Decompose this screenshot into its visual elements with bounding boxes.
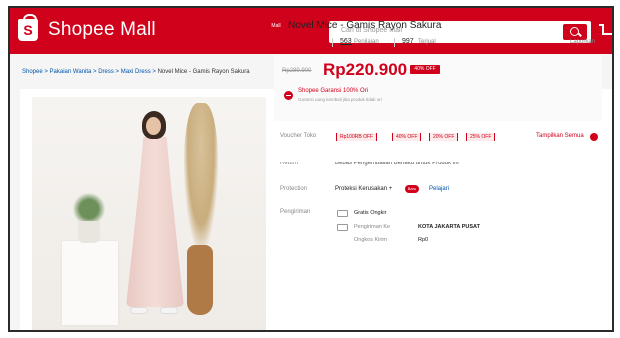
ship-to-label: Pengiriman Ke xyxy=(354,224,391,230)
product-image[interactable] xyxy=(32,97,266,330)
stool-decor xyxy=(62,241,118,325)
model-dress xyxy=(126,137,184,307)
model-shoe xyxy=(130,307,148,314)
reviews-label: Penilaian xyxy=(354,39,379,45)
guarantee-icon xyxy=(284,91,293,100)
voucher-label: Voucher Toko xyxy=(280,133,317,139)
breadcrumb: Shopee > Pakaian Wanita > Dress > Maxi D… xyxy=(22,69,250,75)
new-badge: Baru xyxy=(405,185,419,193)
brand-name[interactable]: Shopee Mall xyxy=(48,19,156,41)
breadcrumb-separator: > xyxy=(42,69,50,75)
shipping-label: Pengiriman xyxy=(280,209,311,215)
voucher-chip[interactable]: 40% OFF xyxy=(392,133,422,141)
show-all-vouchers-link[interactable]: Tampilkan Semua xyxy=(536,133,584,139)
original-price: Rp289.900 xyxy=(282,68,312,74)
protection-value[interactable]: Proteksi Kerusakan + xyxy=(335,186,392,192)
chevron-down-icon[interactable] xyxy=(590,133,598,141)
free-shipping-text: Gratis Ongkir xyxy=(354,210,387,216)
reviews-count[interactable]: 563 xyxy=(340,38,352,45)
report-link[interactable]: Laporkan xyxy=(570,39,595,45)
mall-badge: Mall xyxy=(268,22,284,31)
truck-icon xyxy=(337,224,348,231)
model-shoe xyxy=(160,307,178,314)
divider xyxy=(394,38,395,47)
voucher-chip[interactable]: 20% OFF xyxy=(429,133,459,141)
learn-more-link[interactable]: Pelajari xyxy=(429,186,449,192)
pampas-decor xyxy=(184,103,218,247)
protection-label: Protection xyxy=(280,186,308,192)
current-price: Rp220.900 xyxy=(323,60,408,79)
breadcrumb-separator: > xyxy=(113,69,121,75)
guarantee-subtitle: Garansi uang kembali jika produk tidak o… xyxy=(298,97,382,102)
breadcrumb-item[interactable]: Dress xyxy=(98,69,114,75)
discount-badge: 40% OFF xyxy=(410,65,440,74)
voucher-chip[interactable]: Rp100RB OFF xyxy=(336,133,378,141)
star-rating-icon: ★★★★★ xyxy=(279,37,313,46)
shipping-cost-value[interactable]: Rp0 xyxy=(418,237,428,243)
rating-value[interactable]: 4.9 xyxy=(268,38,278,45)
breadcrumb-separator: > xyxy=(150,69,158,75)
product-title: Novel Mice - Gamis Rayon Sakura xyxy=(288,20,442,31)
voucher-chip[interactable]: 25% OFF xyxy=(466,133,496,141)
breadcrumb-item[interactable]: Shopee xyxy=(22,69,43,75)
shopee-bag-logo-icon[interactable]: S xyxy=(18,14,38,41)
sold-label: Terjual xyxy=(418,39,436,45)
logo-glyph: S xyxy=(23,22,33,38)
sold-count: 997 xyxy=(402,38,414,45)
search-button[interactable] xyxy=(563,24,587,40)
model-face xyxy=(146,117,161,135)
shipping-cost-label: Ongkos Kirim xyxy=(354,237,388,243)
breadcrumb-item[interactable]: Pakaian Wanita xyxy=(50,69,92,75)
pot-decor xyxy=(78,221,100,243)
breadcrumb-current: Novel Mice - Gamis Rayon Sakura xyxy=(157,69,250,75)
cart-icon[interactable] xyxy=(599,22,612,38)
divider xyxy=(332,38,333,47)
price-box: Rp289.900 Rp220.900 40% OFF Shopee Garan… xyxy=(274,55,602,121)
header-bar: S Shopee Mall Cari di Shopee Mall xyxy=(10,8,612,54)
browser-frame: S Shopee Mall Cari di Shopee Mall Shopee… xyxy=(8,6,614,332)
free-shipping-icon xyxy=(337,210,348,217)
breadcrumb-item[interactable]: Maxi Dress xyxy=(121,69,151,75)
scroll-cut-edge xyxy=(274,156,602,162)
guarantee-title[interactable]: Shopee Garansi 100% Ori xyxy=(298,88,368,94)
vase-decor xyxy=(187,245,213,315)
ship-to-value[interactable]: KOTA JAKARTA PUSAT xyxy=(418,224,480,230)
